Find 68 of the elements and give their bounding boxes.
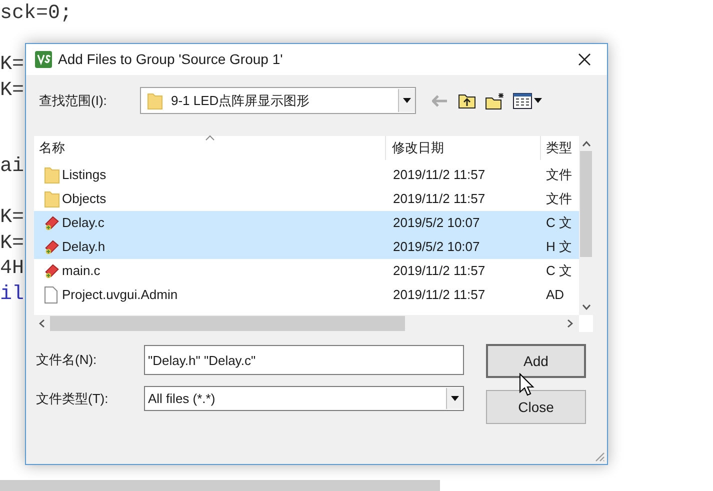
scroll-right-icon[interactable] xyxy=(567,319,573,328)
code-line: K= xyxy=(0,52,24,78)
scrollbar-thumb[interactable] xyxy=(580,151,592,257)
code-line: 4H xyxy=(0,256,24,282)
file-name: Objects xyxy=(61,190,108,208)
file-row[interactable]: Objects 2019/11/2 11:57 文件 xyxy=(34,187,579,211)
dialog-button[interactable]: Close xyxy=(486,390,586,424)
file-type: AD xyxy=(545,286,566,304)
scroll-left-icon[interactable] xyxy=(39,319,45,328)
folder-up-icon[interactable] xyxy=(458,92,476,108)
view-menu-icon[interactable] xyxy=(513,92,543,108)
file-type: C 文 xyxy=(545,214,573,232)
file-type: 文件 xyxy=(545,166,573,184)
file-type-dropdown[interactable]: All files (*.*) xyxy=(144,386,464,411)
file-type: H 文 xyxy=(545,238,573,256)
file-row[interactable]: Delay.h 2019/5/2 10:07 H 文 xyxy=(34,235,579,259)
file-name-field[interactable]: "Delay.h" "Delay.c" xyxy=(144,345,464,375)
folder-icon xyxy=(44,190,60,208)
dialog-button[interactable]: Add xyxy=(486,344,586,378)
modified-date: 2019/11/2 11:57 xyxy=(392,190,486,208)
look-in-dropdown[interactable]: 9-1 LED点阵屏显示图形 xyxy=(140,87,416,114)
file-name: Project.uvgui.Admin xyxy=(61,286,179,304)
file-row[interactable]: Delay.c 2019/5/2 10:07 C 文 xyxy=(34,211,579,235)
scroll-up-icon[interactable] xyxy=(582,141,590,147)
modified-date: 2019/5/2 10:07 xyxy=(392,238,481,256)
code-line: il xyxy=(0,282,24,307)
file-type: 文件 xyxy=(545,190,573,208)
modified-date: 2019/11/2 11:57 xyxy=(392,166,486,184)
source-file-icon xyxy=(44,262,60,280)
folder-icon xyxy=(147,92,163,110)
code-line: ai xyxy=(0,154,24,180)
source-file-icon xyxy=(44,214,60,232)
app-logo-icon xyxy=(35,51,52,68)
column-header[interactable]: 修改日期 xyxy=(386,136,541,160)
scrollbar-thumb[interactable] xyxy=(50,316,405,331)
resize-grip-icon[interactable] xyxy=(594,451,605,462)
close-icon xyxy=(578,53,590,66)
column-header[interactable]: 类型 xyxy=(541,136,579,160)
vertical-scrollbar[interactable] xyxy=(579,136,593,315)
horizontal-scrollbar[interactable] xyxy=(0,480,440,491)
horizontal-scrollbar[interactable] xyxy=(34,315,579,332)
source-file-icon xyxy=(44,238,60,256)
code-line: K= xyxy=(0,205,24,230)
file-name: Delay.h xyxy=(61,238,106,256)
code-line: K= xyxy=(0,230,24,256)
modified-date: 2019/5/2 10:07 xyxy=(392,214,481,232)
file-row[interactable]: main.c 2019/11/2 11:57 C 文 xyxy=(34,259,579,283)
file-name: Listings xyxy=(61,166,108,184)
window-title: Add Files to Group 'Source Group 1' xyxy=(58,50,284,69)
mouse-pointer-icon xyxy=(519,373,535,397)
scroll-down-icon[interactable] xyxy=(582,304,590,310)
look-in-label: 查找范围(I): xyxy=(39,92,108,110)
new-folder-icon[interactable] xyxy=(485,92,505,110)
file-name: main.c xyxy=(61,262,102,280)
modified-date: 2019/11/2 11:57 xyxy=(392,262,486,280)
file-type: C 文 xyxy=(545,262,573,280)
file-row[interactable]: Project.uvgui.Admin 2019/11/2 11:57 AD xyxy=(34,283,579,307)
sort-caret-icon xyxy=(205,135,215,141)
code-line: K= xyxy=(0,78,24,103)
modified-date: 2019/11/2 11:57 xyxy=(392,286,486,304)
file-type-label: 文件类型(T): xyxy=(36,390,110,408)
file-name: Delay.c xyxy=(61,214,106,232)
column-header[interactable]: 名称 xyxy=(34,136,386,160)
code-line: sck=0; xyxy=(0,1,72,26)
file-icon xyxy=(44,286,58,304)
file-row[interactable]: Listings 2019/11/2 11:57 文件 xyxy=(34,163,579,187)
folder-icon xyxy=(44,166,60,184)
file-name-label: 文件名(N): xyxy=(36,351,98,370)
